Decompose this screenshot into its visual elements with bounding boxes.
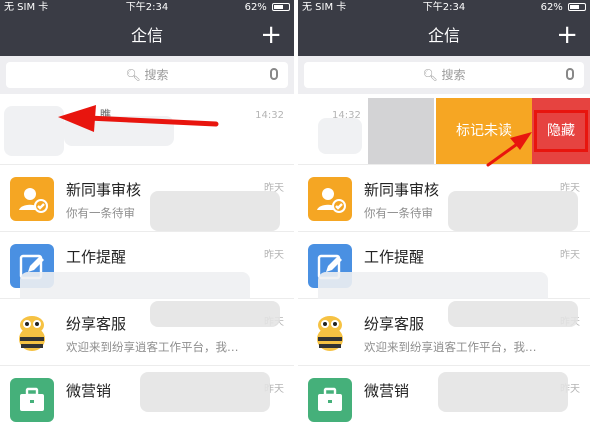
screenshot-stage: 无 SIM 卡 下午2:34 62% 企信 + 🔍︎ 搜索 瞧 14:32 新同… [0, 0, 590, 425]
phone-screen-left: 无 SIM 卡 下午2:34 62% 企信 + 🔍︎ 搜索 瞧 14:32 新同… [0, 0, 294, 425]
swipe-arrow-annotation [58, 105, 219, 132]
phone-screen-right: 无 SIM 卡 下午2:34 62% 企信 + 🔍︎ 搜索 14:32 标记未读… [298, 0, 590, 425]
pointer-arrow-annotation [486, 132, 532, 167]
